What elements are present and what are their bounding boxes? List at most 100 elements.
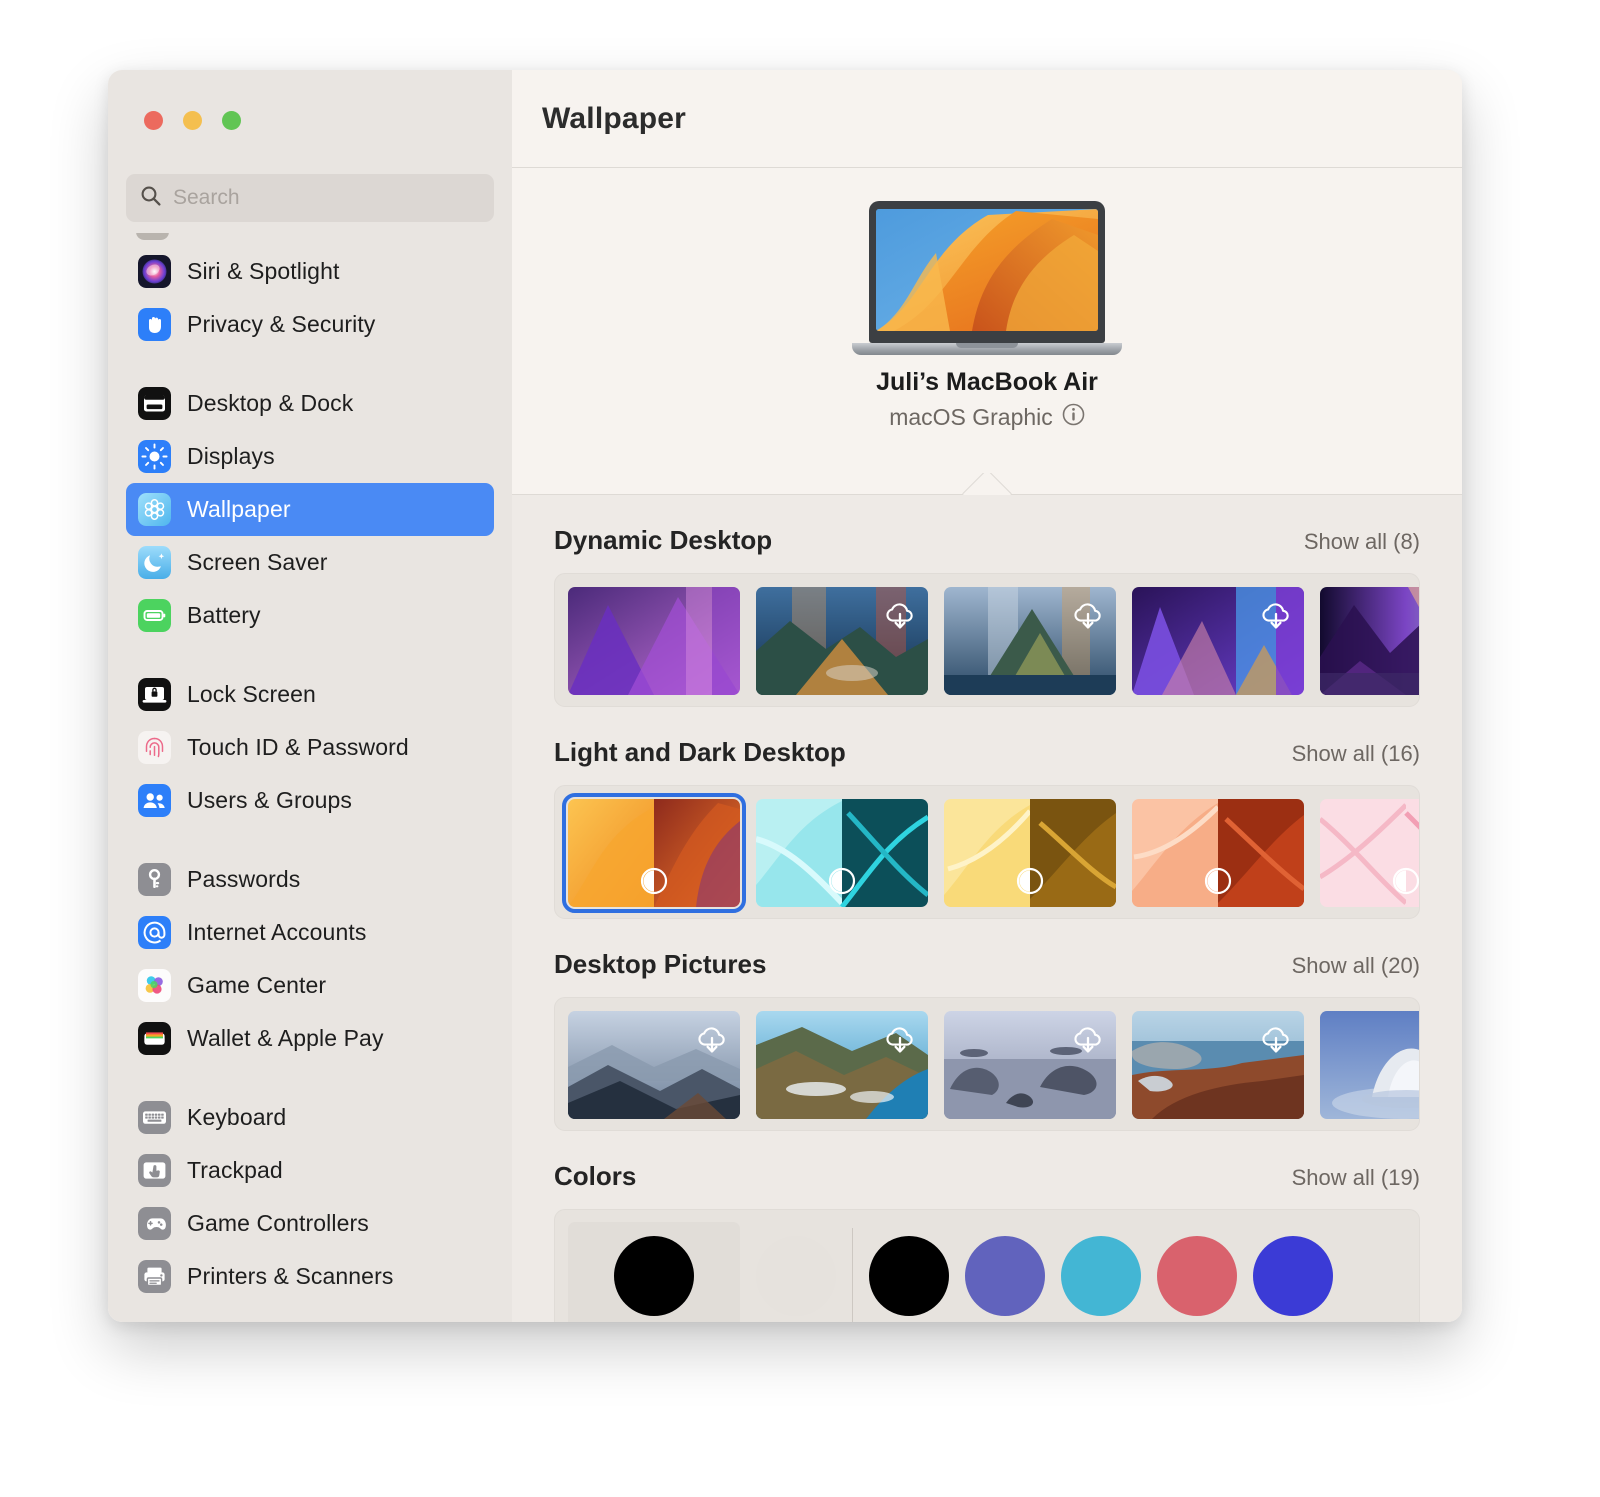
minimize-button[interactable] (183, 111, 202, 130)
show-all-link[interactable]: Show all (20) (1292, 953, 1420, 979)
wallpaper-thumbnail-big-sur-dynamic[interactable] (756, 587, 928, 695)
sidebar-item-keyboard[interactable]: Keyboard (126, 1091, 494, 1144)
sidebar-scroll-area[interactable]: Siri & SpotlightPrivacy & Security Deskto… (108, 233, 512, 1322)
section-header: Colors Show all (19) (554, 1131, 1420, 1209)
cloud-download-icon[interactable] (881, 1020, 919, 1063)
gamepad-icon (138, 1207, 171, 1240)
color-swatch-custom-color-picker[interactable] (614, 1236, 694, 1316)
wallpaper-thumbnail-monterey-dynamic[interactable] (1132, 587, 1304, 695)
show-all-link[interactable]: Show all (16) (1292, 741, 1420, 767)
desktop-dock-icon (138, 387, 171, 420)
cloud-download-icon[interactable] (1257, 596, 1295, 639)
sidebar-item-trackpad[interactable]: Trackpad (126, 1144, 494, 1197)
titlebar: Wallpaper (512, 70, 1462, 168)
cloud-download-icon (693, 1020, 731, 1058)
light-dark-toggle-icon (1015, 866, 1045, 901)
device-preview-header: Juli’s MacBook Air macOS Graphic (512, 168, 1462, 495)
light-dark-toggle-icon (639, 866, 669, 901)
search-field[interactable] (126, 174, 494, 222)
color-swatch-color-black[interactable] (869, 1236, 949, 1316)
search-input[interactable] (173, 186, 480, 210)
sidebar-item-users-groups[interactable]: Users & Groups (126, 774, 494, 827)
color-swatch-color-blue[interactable] (1253, 1236, 1333, 1316)
color-swatch-color-purple[interactable] (965, 1236, 1045, 1316)
hand-raised-icon (138, 308, 171, 341)
section-title: Desktop Pictures (554, 949, 766, 980)
sidebar-item-internet-accounts[interactable]: Internet Accounts (126, 906, 494, 959)
wallpaper-thumbnail-ventura-dynamic[interactable] (568, 587, 740, 695)
cloud-download-icon[interactable] (693, 1020, 731, 1063)
section-header: Light and Dark DesktopShow all (16) (554, 707, 1420, 785)
sidebar-scrolled-item-partial (126, 233, 494, 245)
wallpaper-thumbnail-row[interactable] (554, 573, 1420, 707)
cloud-download-icon (1069, 1020, 1107, 1058)
cloud-download-icon[interactable] (881, 596, 919, 639)
at-sign-icon (138, 916, 171, 949)
macbook-base (852, 343, 1122, 355)
page-title: Wallpaper (542, 102, 686, 136)
sidebar-item-label: Desktop & Dock (187, 390, 353, 417)
printer-icon (138, 1260, 171, 1293)
sidebar-item-label: Battery (187, 602, 261, 629)
sidebar-item-siri-spotlight[interactable]: Siri & Spotlight (126, 245, 494, 298)
sidebar-item-wallpaper[interactable]: Wallpaper (126, 483, 494, 536)
sidebar-group-separator (126, 827, 494, 853)
show-all-link[interactable]: Show all (19) (1292, 1165, 1420, 1191)
cloud-download-icon (881, 1020, 919, 1058)
sidebar-item-printers-scanners[interactable]: Printers & Scanners (126, 1250, 494, 1303)
close-button[interactable] (144, 111, 163, 130)
sidebar-item-game-center[interactable]: Game Center (126, 959, 494, 1012)
sidebar-item-game-controllers[interactable]: Game Controllers (126, 1197, 494, 1250)
zoom-button[interactable] (222, 111, 241, 130)
cloud-download-icon[interactable] (1257, 1020, 1295, 1063)
sidebar-item-screen-saver[interactable]: Screen Saver (126, 536, 494, 589)
sidebar-item-battery[interactable]: Battery (126, 589, 494, 642)
sidebar-item-label: Users & Groups (187, 787, 352, 814)
window-controls (144, 111, 241, 130)
wallpaper-thumbnail-catalina-dynamic[interactable] (944, 587, 1116, 695)
sidebar-item-passwords[interactable]: Passwords (126, 853, 494, 906)
header-pointer-notch (956, 473, 1018, 495)
color-swatch-color-cyan[interactable] (1061, 1236, 1141, 1316)
wallpaper-thumbnail-white-rock[interactable] (1320, 1011, 1420, 1119)
wallpaper-thumbnail-row[interactable] (554, 997, 1420, 1131)
color-swatch-color-light-gray[interactable] (756, 1236, 836, 1316)
device-name: Juli’s MacBook Air (876, 368, 1098, 397)
sidebar-item-wallet-apple-pay[interactable]: Wallet & Apple Pay (126, 1012, 494, 1065)
sidebar-item-lock-screen[interactable]: Lock Screen (126, 668, 494, 721)
wallpaper-thumbnail-row[interactable] (554, 785, 1420, 919)
info-circle-icon[interactable] (1062, 403, 1085, 432)
custom-color-picker[interactable] (568, 1222, 740, 1322)
color-swatch-row[interactable] (554, 1209, 1420, 1322)
wallpaper-thumbnail-imac-yellow[interactable] (944, 799, 1116, 907)
sidebar: Siri & SpotlightPrivacy & Security Deskto… (108, 70, 512, 1322)
wallpaper-thumbnail-hello-dynamic[interactable] (1320, 587, 1420, 695)
wallpaper-thumbnail-ventura-orange[interactable] (568, 799, 740, 907)
wallpaper-gallery-scroll[interactable]: Dynamic DesktopShow all (8)Light and Dar… (512, 495, 1462, 1322)
color-swatch-color-red[interactable] (1157, 1236, 1237, 1316)
light-dark-toggle-icon (1391, 866, 1420, 896)
section-title: Colors (554, 1161, 636, 1192)
cloud-download-icon[interactable] (1069, 1020, 1107, 1063)
wallpaper-thumbnail-imac-pink[interactable] (1320, 799, 1420, 907)
main-panel: Wallpaper (512, 70, 1462, 1322)
sidebar-item-privacy-security[interactable]: Privacy & Security (126, 298, 494, 351)
light-dark-toggle-icon (1015, 866, 1045, 896)
sidebar-item-touch-id-password[interactable]: Touch ID & Password (126, 721, 494, 774)
wallpaper-thumbnail-sea-stacks[interactable] (944, 1011, 1116, 1119)
wallpaper-thumbnail-mojave-ridges[interactable] (568, 1011, 740, 1119)
sidebar-item-displays[interactable]: Displays (126, 430, 494, 483)
wallpaper-name-text: macOS Graphic (889, 404, 1053, 431)
wallpaper-thumbnail-red-cliffs[interactable] (1132, 1011, 1304, 1119)
siri-icon (138, 255, 171, 288)
game-center-icon (138, 969, 171, 1002)
wallpaper-thumbnail-big-sur-coast[interactable] (756, 1011, 928, 1119)
cloud-download-icon[interactable] (1069, 596, 1107, 639)
sidebar-item-desktop-dock[interactable]: Desktop & Dock (126, 377, 494, 430)
battery-icon (138, 599, 171, 632)
show-all-link[interactable]: Show all (8) (1304, 529, 1420, 555)
wallpaper-thumbnail-imac-orange[interactable] (1132, 799, 1304, 907)
wallpaper-thumbnail-imac-cyan[interactable] (756, 799, 928, 907)
desktop-background: Siri & SpotlightPrivacy & Security Deskto… (0, 0, 1600, 1497)
light-dark-toggle-icon (827, 866, 857, 901)
